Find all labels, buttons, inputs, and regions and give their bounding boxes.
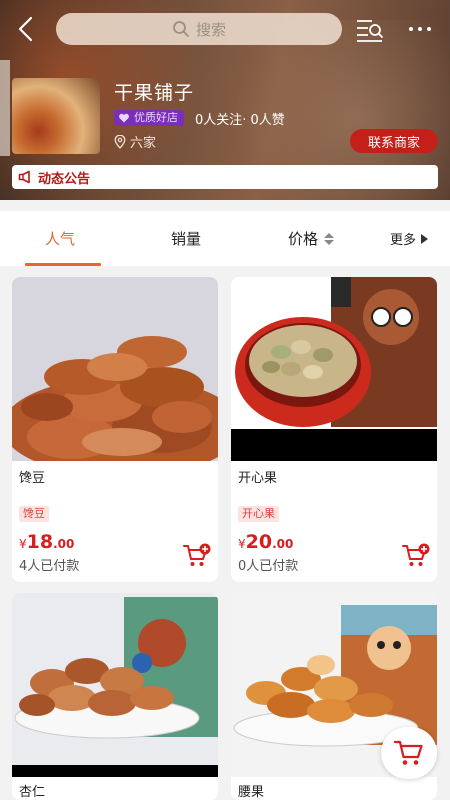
back-button[interactable] (10, 12, 40, 46)
tab-more-label: 更多 (390, 233, 417, 248)
currency-symbol: ¥ (238, 537, 246, 551)
dot-icon (427, 27, 431, 31)
side-decoration (0, 60, 10, 156)
price-integer: 20 (245, 531, 273, 553)
price-decimal: .00 (53, 537, 75, 551)
currency-symbol: ¥ (19, 537, 27, 551)
search-input[interactable]: 搜索 (56, 13, 342, 45)
tab-price-label: 价格 (288, 230, 319, 248)
sold-count: 4人已付款 (19, 559, 80, 574)
product-price: ¥20.00 (238, 531, 293, 553)
follow-stats: 0人关注· 0人赞 (195, 113, 285, 128)
product-image (12, 593, 218, 777)
contact-merchant-button[interactable]: 联系商家 (350, 129, 438, 153)
search-icon (173, 21, 189, 37)
add-to-cart-button[interactable] (402, 543, 430, 569)
sort-arrows-icon (324, 232, 335, 245)
product-title: 腰果 (238, 785, 265, 800)
price-decimal: .00 (272, 537, 294, 551)
list-search-icon (357, 20, 383, 42)
megaphone-icon (18, 170, 30, 184)
product-image (12, 277, 218, 461)
dot-icon (409, 27, 413, 31)
product-title: 馋豆 (19, 471, 46, 486)
price-integer: 18 (26, 531, 54, 553)
location-label: 六家 (130, 136, 157, 151)
tab-price[interactable]: 价格 (288, 211, 336, 266)
search-placeholder: 搜索 (195, 20, 226, 39)
location-pin-icon (114, 134, 126, 149)
announcement-label: 动态公告 (38, 171, 91, 187)
quality-badge-label: 优质好店 (134, 111, 178, 124)
quality-badge: 优质好店 (114, 110, 184, 126)
announcement-bar[interactable]: 动态公告 (12, 165, 438, 189)
location: 六家 (114, 132, 156, 151)
product-price: ¥18.00 (19, 531, 74, 553)
dot-icon (418, 27, 422, 31)
product-card[interactable]: 馋豆 馋豆 ¥18.00 4人已付款 (12, 277, 218, 582)
more-options-button[interactable] (402, 14, 438, 44)
category-search-button[interactable] (354, 14, 384, 44)
product-card[interactable]: 杏仁 (12, 593, 218, 800)
shop-name: 干果铺子 (114, 82, 195, 104)
product-title: 杏仁 (19, 785, 46, 800)
product-image (231, 277, 437, 461)
heart-icon (119, 113, 129, 123)
product-tag: 馋豆 (19, 506, 49, 522)
product-tag: 开心果 (238, 506, 279, 522)
caret-right-icon (421, 233, 429, 244)
tab-more[interactable]: 更多 (390, 211, 429, 266)
add-cart-icon (183, 543, 211, 566)
sold-count: 0人已付款 (238, 559, 299, 574)
active-tab-indicator (25, 263, 101, 266)
sort-tabs: 人气 销量 价格 更多 (0, 211, 450, 266)
tab-popular[interactable]: 人气 (45, 211, 75, 266)
shop-logo[interactable] (12, 78, 100, 154)
add-cart-icon (402, 543, 430, 566)
shopping-cart-icon (394, 740, 423, 765)
floating-cart-button[interactable] (381, 727, 437, 779)
add-to-cart-button[interactable] (183, 543, 211, 569)
chevron-left-icon (18, 16, 33, 42)
product-card[interactable]: 开心果 开心果 ¥20.00 0人已付款 (231, 277, 437, 582)
product-title: 开心果 (238, 471, 278, 486)
tab-sales[interactable]: 销量 (171, 211, 201, 266)
